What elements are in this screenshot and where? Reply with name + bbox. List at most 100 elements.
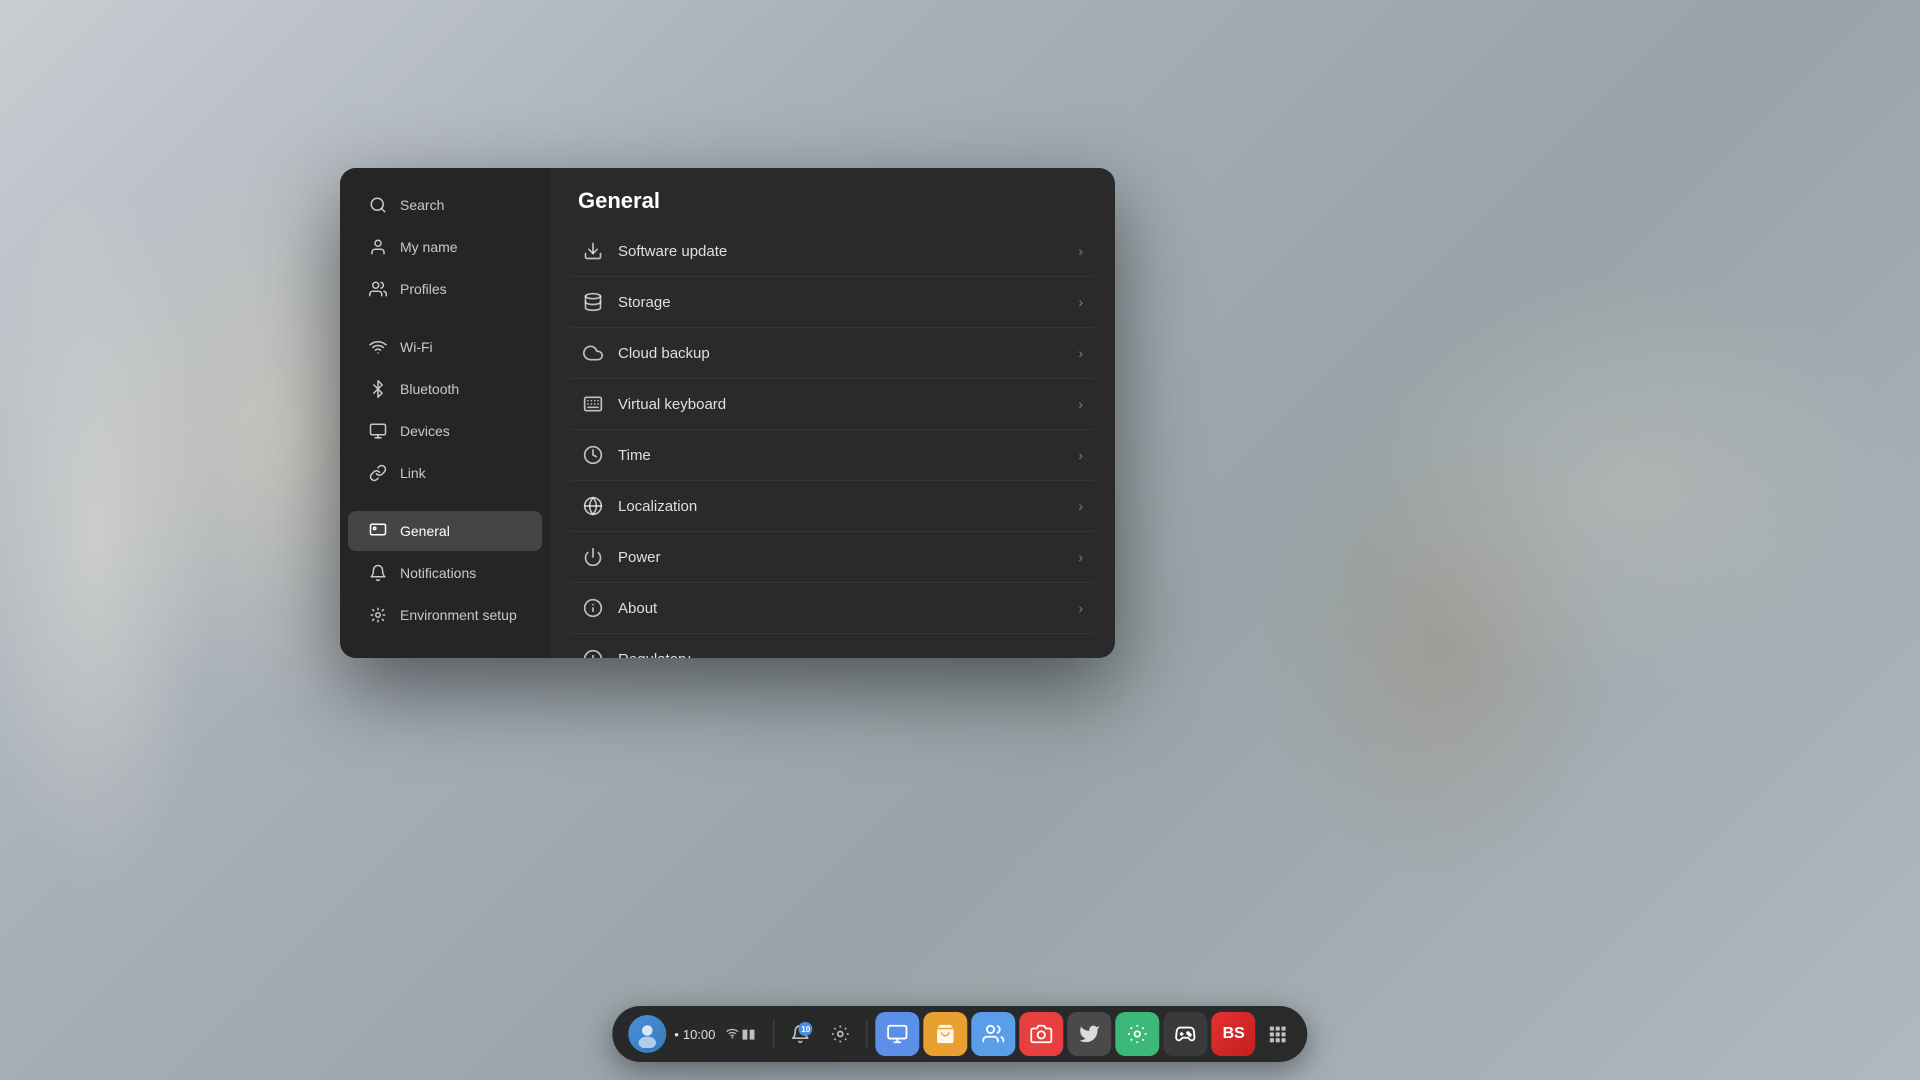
- taskbar-app-twitter[interactable]: [1068, 1012, 1112, 1056]
- settings-item-power[interactable]: Power ›: [566, 532, 1099, 583]
- sidebar-item-search[interactable]: Search: [348, 185, 542, 225]
- beatsaber-icon: BS: [1223, 1025, 1245, 1043]
- bell-icon: [368, 563, 388, 583]
- sidebar-item-general[interactable]: General: [348, 511, 542, 551]
- wifi-status-icon: [725, 1026, 739, 1043]
- settings-item-label: Cloud backup: [618, 345, 710, 362]
- taskbar-app-grid[interactable]: [1260, 1012, 1296, 1056]
- sidebar-item-devices[interactable]: Devices: [348, 411, 542, 451]
- settings-item-about[interactable]: About ›: [566, 583, 1099, 634]
- avatar: [628, 1015, 666, 1053]
- chevron-right-icon: ›: [1078, 243, 1083, 259]
- devices-icon: [368, 421, 388, 441]
- settings-icon: [1127, 1023, 1149, 1045]
- taskbar-app-game[interactable]: [1164, 1012, 1208, 1056]
- sidebar-item-label: Search: [400, 197, 444, 213]
- sidebar-item-label: Profiles: [400, 281, 447, 297]
- wifi-icon: [368, 337, 388, 357]
- chevron-right-icon: ›: [1078, 447, 1083, 463]
- sidebar-item-my-name[interactable]: My name: [348, 227, 542, 267]
- main-content: General Software update ›: [550, 168, 1115, 658]
- taskbar-app-store[interactable]: [924, 1012, 968, 1056]
- sidebar-item-label: Environment setup: [400, 607, 517, 623]
- settings-item-label: Software update: [618, 243, 727, 260]
- search-icon: [368, 195, 388, 215]
- settings-window: Search My name Profiles: [340, 168, 1115, 658]
- taskbar-status-icons: ▮▮: [725, 1026, 755, 1043]
- info-icon: [582, 597, 604, 619]
- taskbar-app-people[interactable]: [972, 1012, 1016, 1056]
- sidebar-item-label: Notifications: [400, 565, 476, 581]
- settings-item-cloud-backup[interactable]: Cloud backup ›: [566, 328, 1099, 379]
- bird-icon: [1079, 1023, 1101, 1045]
- battery-icon: ▮▮: [741, 1026, 755, 1042]
- sidebar-item-label: General: [400, 523, 450, 539]
- settings-item-label: Localization: [618, 498, 697, 515]
- download-icon: [582, 240, 604, 262]
- grid-icon: [1268, 1024, 1288, 1044]
- clock-icon: [582, 444, 604, 466]
- chevron-right-icon: ›: [1078, 600, 1083, 616]
- taskbar-app-photos[interactable]: [1020, 1012, 1064, 1056]
- taskbar-user[interactable]: • 10:00 ▮▮: [624, 1011, 765, 1057]
- regulatory-icon: [582, 648, 604, 658]
- power-icon: [582, 546, 604, 568]
- settings-item-software-update[interactable]: Software update ›: [566, 226, 1099, 277]
- keyboard-icon: [582, 393, 604, 415]
- time-prefix: •: [674, 1027, 679, 1042]
- settings-item-label: Virtual keyboard: [618, 396, 726, 413]
- sidebar-item-environment-setup[interactable]: Environment setup: [348, 595, 542, 635]
- chevron-right-icon: ›: [1078, 651, 1083, 658]
- taskbar-gear-button[interactable]: [823, 1016, 859, 1052]
- settings-item-label: Power: [618, 549, 661, 566]
- cloud-icon: [582, 342, 604, 364]
- sidebar-item-profiles[interactable]: Profiles: [348, 269, 542, 309]
- sidebar-item-link[interactable]: Link: [348, 453, 542, 493]
- sidebar-item-notifications[interactable]: Notifications: [348, 553, 542, 593]
- chevron-right-icon: ›: [1078, 549, 1083, 565]
- taskbar-app-beatsaber[interactable]: BS: [1212, 1012, 1256, 1056]
- settings-item-virtual-keyboard[interactable]: Virtual keyboard ›: [566, 379, 1099, 430]
- chevron-right-icon: ›: [1078, 345, 1083, 361]
- chevron-right-icon: ›: [1078, 498, 1083, 514]
- storage-icon: [582, 291, 604, 313]
- time-display: 10:00: [683, 1027, 716, 1042]
- people-icon: [983, 1023, 1005, 1045]
- sidebar-item-label: My name: [400, 239, 458, 255]
- taskbar-divider-2: [867, 1020, 868, 1048]
- settings-item-label: About: [618, 600, 657, 617]
- person-icon: [368, 237, 388, 257]
- settings-item-storage[interactable]: Storage ›: [566, 277, 1099, 328]
- bluetooth-icon: [368, 379, 388, 399]
- store-icon: [935, 1023, 957, 1045]
- settings-item-localization[interactable]: Localization ›: [566, 481, 1099, 532]
- taskbar-app-monitor[interactable]: [876, 1012, 920, 1056]
- taskbar-app-settings[interactable]: [1116, 1012, 1160, 1056]
- globe-icon: [582, 495, 604, 517]
- chevron-right-icon: ›: [1078, 294, 1083, 310]
- taskbar-divider-1: [774, 1020, 775, 1048]
- sidebar-item-wifi[interactable]: Wi-Fi: [348, 327, 542, 367]
- sidebar-divider-1: [340, 310, 550, 326]
- camera-icon: [1031, 1023, 1053, 1045]
- taskbar: • 10:00 ▮▮ 10: [612, 1006, 1307, 1062]
- sidebar-item-label: Devices: [400, 423, 450, 439]
- page-title: General: [550, 168, 1115, 226]
- taskbar-notification-bell[interactable]: 10: [783, 1016, 819, 1052]
- general-icon: [368, 521, 388, 541]
- taskbar-time: • 10:00: [674, 1027, 715, 1042]
- settings-item-time[interactable]: Time ›: [566, 430, 1099, 481]
- settings-item-label: Time: [618, 447, 651, 464]
- settings-item-label: Storage: [618, 294, 671, 311]
- chevron-right-icon: ›: [1078, 396, 1083, 412]
- sidebar: Search My name Profiles: [340, 168, 550, 658]
- sidebar-divider-2: [340, 494, 550, 510]
- settings-item-regulatory[interactable]: Regulatory ›: [566, 634, 1099, 658]
- monitor-icon: [887, 1023, 909, 1045]
- gamepad-icon: [1175, 1023, 1197, 1045]
- gear-icon: [831, 1024, 851, 1044]
- link-icon: [368, 463, 388, 483]
- sidebar-item-bluetooth[interactable]: Bluetooth: [348, 369, 542, 409]
- environment-icon: [368, 605, 388, 625]
- sidebar-item-label: Link: [400, 465, 426, 481]
